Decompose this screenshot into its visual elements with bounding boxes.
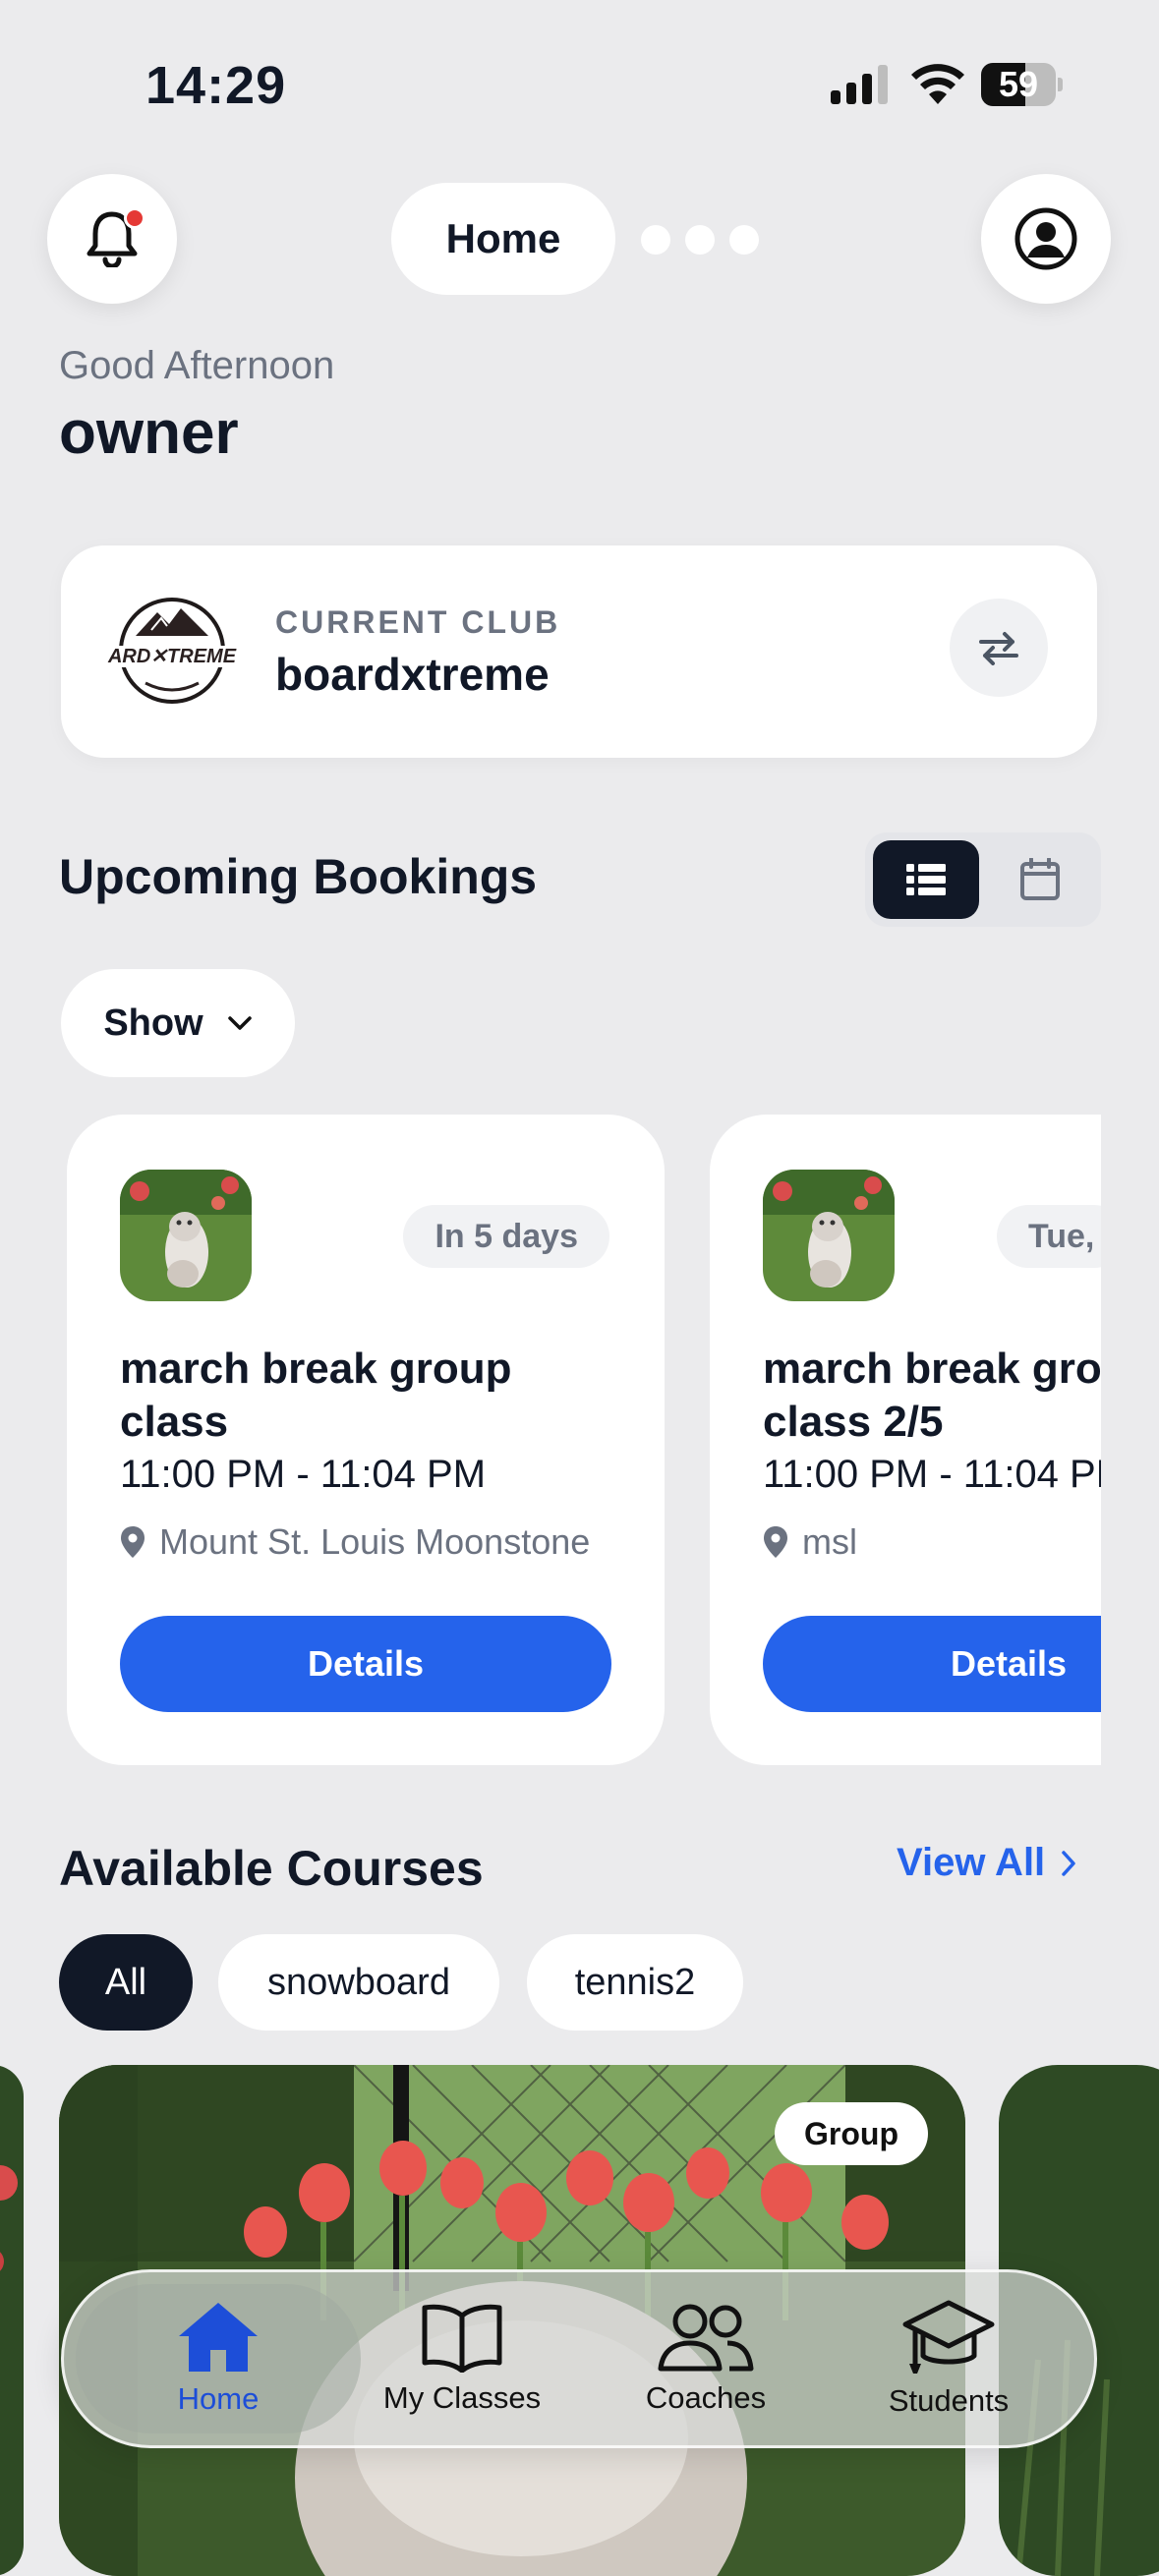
calendar-view-button[interactable]: [987, 840, 1093, 919]
home-tab-pill[interactable]: Home: [391, 183, 615, 295]
battery-indicator: 59: [981, 63, 1063, 106]
battery-percent: 59: [998, 64, 1039, 104]
booking-location: Mount St. Louis Moonstone: [120, 1521, 590, 1563]
swap-arrows-icon: [979, 632, 1018, 665]
show-filter-label: Show: [103, 1002, 203, 1044]
available-courses-title: Available Courses: [59, 1841, 484, 1896]
booking-title: march break group class 2/5: [763, 1345, 1101, 1446]
course-card-prev[interactable]: [0, 2065, 24, 2576]
club-logo: ARD✕TREME: [107, 598, 237, 704]
home-icon: [179, 2303, 258, 2372]
switch-club-button[interactable]: [950, 599, 1048, 697]
tab-my-classes-label: My Classes: [382, 2380, 542, 2415]
tab-my-classes[interactable]: My Classes: [344, 2272, 580, 2445]
book-icon: [422, 2304, 502, 2373]
course-filter-tennis2[interactable]: tennis2: [527, 1934, 743, 2031]
view-all-label: View All: [897, 1841, 1046, 1884]
booking-card[interactable]: In 5 days march break group class 11:00 …: [67, 1115, 665, 1765]
tab-students[interactable]: Students: [831, 2272, 1067, 2445]
people-icon: [658, 2304, 754, 2372]
profile-button[interactable]: [981, 174, 1111, 304]
location-pin-icon: [764, 1526, 787, 1558]
tab-home[interactable]: Home: [100, 2272, 336, 2445]
wifi-icon: [911, 64, 964, 104]
course-type-badge: Group: [775, 2102, 928, 2165]
tab-home-label: Home: [177, 2381, 260, 2416]
chevron-right-icon: [1062, 1850, 1075, 1876]
bottom-tab-bar: Home My Classes Coaches Students: [61, 2269, 1097, 2448]
page-dot[interactable]: [641, 225, 670, 255]
booking-time: 11:00 PM - 11:04 PM: [763, 1453, 1101, 1496]
current-club-card[interactable]: ARD✕TREME CURRENT CLUB boardxtreme: [61, 545, 1097, 758]
course-filter-snowboard[interactable]: snowboard: [218, 1934, 499, 2031]
club-name: boardxtreme: [275, 649, 550, 700]
calendar-icon: [1020, 858, 1060, 900]
list-view-button[interactable]: [873, 840, 979, 919]
booking-when-badge: In 5 days: [403, 1205, 609, 1268]
tab-students-label: Students: [888, 2383, 1010, 2418]
notifications-button[interactable]: [47, 174, 177, 304]
svg-text:ARD✕TREME: ARD✕TREME: [107, 646, 237, 667]
graduation-cap-icon: [902, 2300, 995, 2374]
view-toggle: [865, 832, 1101, 927]
booking-location-text: Mount St. Louis Moonstone: [159, 1521, 591, 1562]
page-dot[interactable]: [685, 225, 715, 255]
user-circle-icon: [1014, 207, 1077, 270]
booking-details-button[interactable]: Details: [120, 1616, 611, 1712]
location-pin-icon: [121, 1526, 145, 1558]
notification-dot: [124, 207, 145, 229]
show-filter-dropdown[interactable]: Show: [61, 969, 295, 1077]
tab-coaches-label: Coaches: [645, 2380, 767, 2415]
booking-when-badge: Tue,: [997, 1205, 1101, 1268]
status-time: 14:29: [145, 56, 287, 115]
booking-details-button[interactable]: Details: [763, 1616, 1101, 1712]
booking-location-text: msl: [802, 1521, 857, 1562]
page-dot[interactable]: [729, 225, 759, 255]
bookings-carousel[interactable]: In 5 days march break group class 11:00 …: [61, 1115, 1101, 1765]
user-name: owner: [59, 399, 239, 467]
chevron-down-icon: [227, 1016, 252, 1030]
upcoming-bookings-title: Upcoming Bookings: [59, 849, 538, 904]
club-caption: CURRENT CLUB: [275, 604, 561, 640]
booking-time: 11:00 PM - 11:04 PM: [120, 1453, 487, 1496]
view-all-link[interactable]: View All: [897, 1841, 1076, 1885]
booking-card[interactable]: Tue, march break group class 2/5 11:00 P…: [710, 1115, 1101, 1765]
course-filter-all[interactable]: All: [59, 1934, 193, 2031]
list-icon: [906, 864, 946, 895]
booking-location: msl: [763, 1521, 857, 1563]
greeting-text: Good Afternoon: [59, 344, 335, 387]
booking-title: march break group class: [120, 1345, 512, 1446]
tab-coaches[interactable]: Coaches: [588, 2272, 824, 2445]
booking-thumbnail: [763, 1170, 895, 1301]
booking-thumbnail: [120, 1170, 252, 1301]
cell-signal-icon: [831, 65, 888, 104]
